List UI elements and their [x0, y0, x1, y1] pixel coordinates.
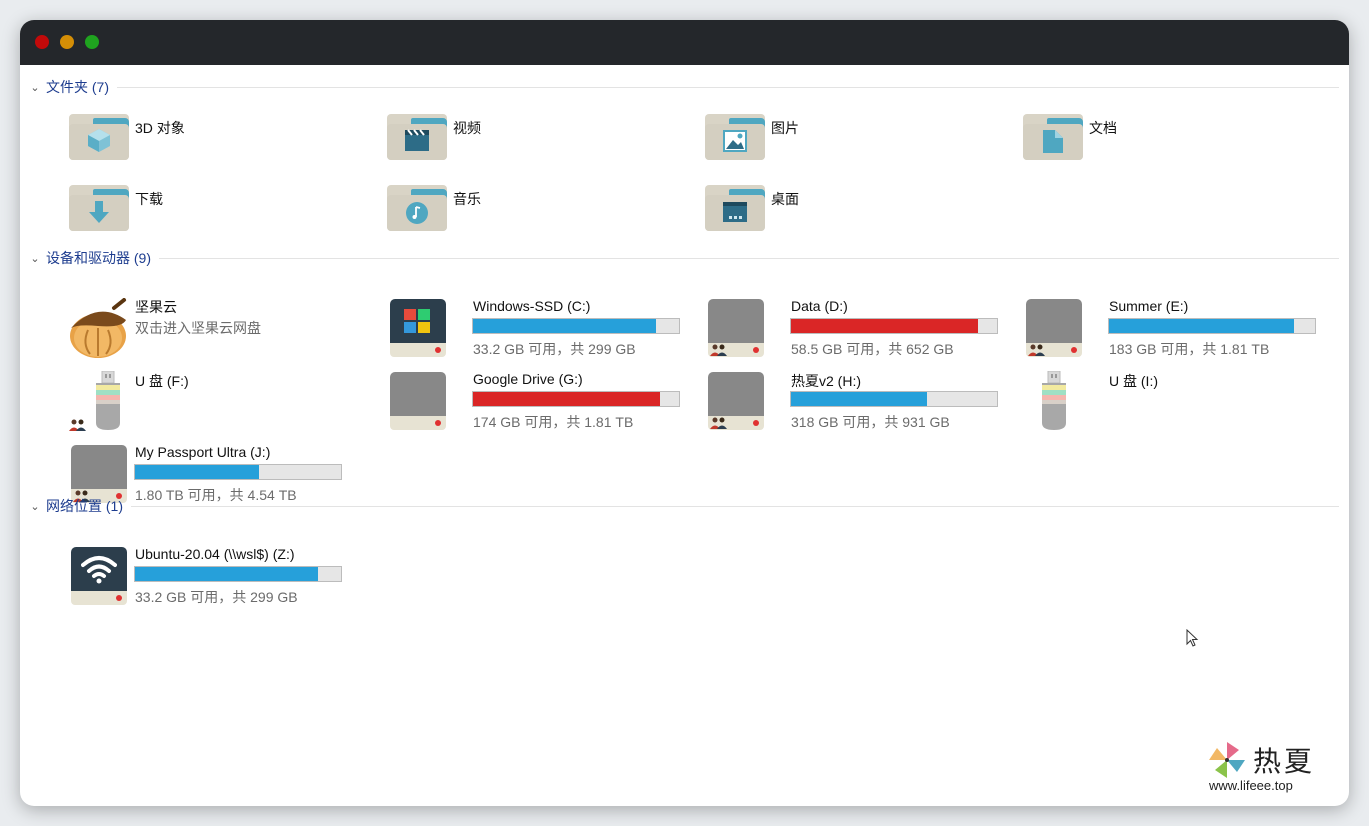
drive-d[interactable]: Data (D:) 58.5 GB 可用，共 652 GB	[706, 298, 1006, 360]
drive-g[interactable]: Google Drive (G:) 174 GB 可用，共 1.81 TB	[388, 371, 688, 433]
section-title: 网络位置 (1)	[46, 498, 123, 514]
video-folder-icon	[387, 114, 447, 160]
wifi-icon	[81, 556, 117, 584]
section-title: 设备和驱动器 (9)	[46, 250, 151, 266]
usb-drive-icon	[1042, 371, 1066, 430]
chevron-down-icon: ⌄	[30, 252, 40, 265]
drive-space-text: 33.2 GB 可用，共 299 GB	[135, 589, 298, 605]
drive-e[interactable]: Summer (E:) 183 GB 可用，共 1.81 TB	[1024, 298, 1324, 360]
drive-usage-bar	[1108, 318, 1316, 334]
divider	[131, 505, 1339, 507]
shared-users-icon	[1028, 344, 1045, 356]
drive-description: 双击进入坚果云网盘	[135, 320, 261, 336]
drive-space-text: 33.2 GB 可用，共 299 GB	[473, 341, 636, 357]
folder-label: 文档	[1089, 120, 1117, 136]
folder-pictures[interactable]: 图片	[704, 113, 1004, 163]
drive-space-text: 174 GB 可用，共 1.81 TB	[473, 414, 634, 430]
drive-usage-bar	[790, 318, 998, 334]
usb-drive-icon	[96, 371, 120, 430]
drive-name: Ubuntu-20.04 (\\wsl$) (Z:)	[135, 546, 295, 562]
drive-name: My Passport Ultra (J:)	[135, 444, 271, 460]
hard-drive-icon	[708, 299, 764, 359]
folder-desktop[interactable]: 桌面	[704, 184, 1004, 234]
shared-users-icon	[710, 344, 727, 356]
drive-c[interactable]: Windows-SSD (C:) 33.2 GB 可用，共 299 GB	[388, 298, 688, 360]
folder-documents[interactable]: 文档	[1022, 113, 1322, 163]
section-header-folders[interactable]: ⌄ 文件夹 (7)	[28, 77, 1339, 97]
drive-name: Google Drive (G:)	[473, 371, 583, 387]
drive-space-text: 183 GB 可用，共 1.81 TB	[1109, 341, 1270, 357]
drive-jianguoyun[interactable]: 坚果云 双击进入坚果云网盘	[68, 298, 368, 360]
watermark-url: www.lifeee.top	[1209, 778, 1293, 793]
acorn-icon	[70, 298, 126, 358]
folder-3d-icon	[69, 114, 129, 160]
network-drive-icon	[71, 547, 127, 607]
download-folder-icon	[69, 185, 129, 231]
mouse-cursor-icon	[1186, 629, 1199, 647]
hard-drive-icon	[1026, 299, 1082, 359]
minimize-button[interactable]	[60, 35, 74, 49]
music-folder-icon	[387, 185, 447, 231]
maximize-button[interactable]	[85, 35, 99, 49]
drive-usage-bar	[134, 566, 342, 582]
drive-name: U 盘 (F:)	[135, 373, 189, 389]
drive-usage-bar	[472, 391, 680, 407]
drive-name: Data (D:)	[791, 298, 848, 314]
title-bar	[20, 20, 1349, 65]
hard-drive-icon	[390, 372, 446, 432]
drive-name: 热夏v2 (H:)	[791, 373, 861, 389]
content-area: ⌄ 文件夹 (7) 3D 对象 视频 图片 文档 下载 音乐 桌面 ⌄ 设备和驱…	[20, 65, 1349, 806]
section-header-network[interactable]: ⌄ 网络位置 (1)	[28, 496, 1339, 516]
drive-h[interactable]: 热夏v2 (H:) 318 GB 可用，共 931 GB	[706, 371, 1006, 433]
chevron-down-icon: ⌄	[30, 500, 40, 513]
close-button[interactable]	[35, 35, 49, 49]
shared-users-icon	[710, 417, 727, 429]
drive-usage-bar	[472, 318, 680, 334]
drive-name: U 盘 (I:)	[1109, 373, 1158, 389]
folder-label: 音乐	[453, 191, 481, 207]
folder-music[interactable]: 音乐	[386, 184, 686, 234]
watermark-text: 热夏	[1253, 745, 1316, 778]
chevron-down-icon: ⌄	[30, 81, 40, 94]
folder-label: 下载	[135, 191, 163, 207]
explorer-window: ⌄ 文件夹 (7) 3D 对象 视频 图片 文档 下载 音乐 桌面 ⌄ 设备和驱…	[20, 20, 1349, 806]
desktop-folder-icon	[705, 185, 765, 231]
drive-space-text: 58.5 GB 可用，共 652 GB	[791, 341, 954, 357]
folder-label: 视频	[453, 120, 481, 136]
drive-space-text: 318 GB 可用，共 931 GB	[791, 414, 950, 430]
windows-drive-icon	[390, 299, 446, 359]
drive-i[interactable]: U 盘 (I:)	[1024, 371, 1324, 433]
divider	[117, 86, 1339, 88]
drive-f[interactable]: U 盘 (F:)	[68, 371, 368, 433]
drive-name: Summer (E:)	[1109, 298, 1189, 314]
section-title: 文件夹 (7)	[46, 79, 109, 95]
folder-label: 图片	[771, 120, 799, 136]
folder-downloads[interactable]: 下载	[68, 184, 368, 234]
drive-usage-bar	[134, 464, 342, 480]
watermark-logo: 热夏 www.lifeee.top	[1207, 738, 1327, 798]
hard-drive-icon	[708, 372, 764, 432]
section-header-devices[interactable]: ⌄ 设备和驱动器 (9)	[28, 248, 1339, 268]
network-drive-z[interactable]: Ubuntu-20.04 (\\wsl$) (Z:) 33.2 GB 可用，共 …	[68, 546, 368, 608]
divider	[159, 257, 1339, 259]
folder-label: 3D 对象	[135, 120, 185, 136]
folder-3d-objects[interactable]: 3D 对象	[68, 113, 368, 163]
document-folder-icon	[1023, 114, 1083, 160]
drive-usage-bar	[790, 391, 998, 407]
folder-videos[interactable]: 视频	[386, 113, 686, 163]
folder-label: 桌面	[771, 191, 799, 207]
shared-users-icon	[69, 419, 86, 431]
drive-name: Windows-SSD (C:)	[473, 298, 591, 314]
picture-folder-icon	[705, 114, 765, 160]
drive-name: 坚果云	[135, 299, 177, 315]
pinwheel-icon	[1209, 742, 1245, 778]
